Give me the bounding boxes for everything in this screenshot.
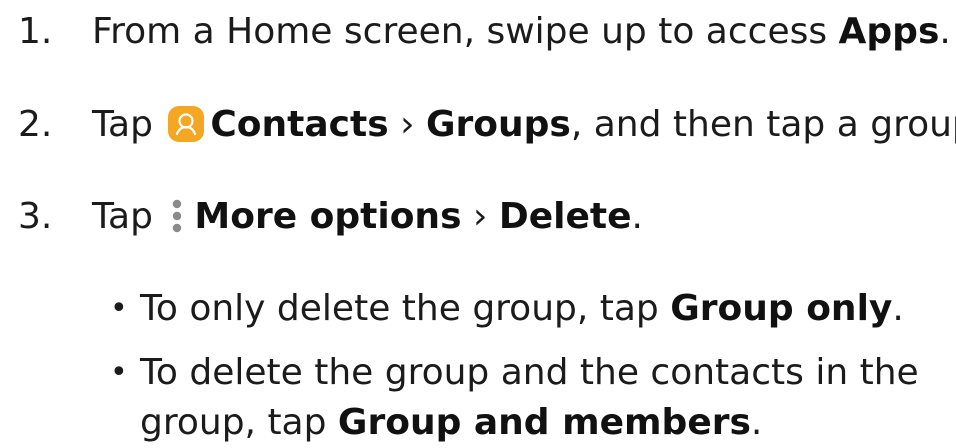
contacts-label: Contacts [210,104,389,145]
step-number: 2. [18,104,53,145]
step-text: Tap More options › Delete. [92,192,643,242]
group-only-label: Group only [670,288,893,329]
bullet-1-text-before: To only delete the group, tap [140,288,671,329]
bullet-2-text-after: . [750,402,763,443]
step-3-text-after: . [631,196,643,237]
tap-word: Tap [92,196,165,237]
delete-label: Delete [498,196,632,237]
step-1-text-before: From a Home screen, swipe up to access [92,11,839,52]
apps-label: Apps [838,11,940,52]
bullet-1-text-after: . [892,288,904,329]
bullet-dot: • [110,291,128,326]
group-and-members-label: Group and members [337,402,751,443]
contacts-app-icon [168,106,205,142]
bullet-item-1: • To only delete the group, tap Group on… [110,284,904,334]
bullet-2-line-2-before: group, tap [140,402,338,443]
step-number: 1. [18,11,53,52]
step-1-text-after: . [939,11,951,52]
tap-word: Tap [92,104,165,145]
more-options-icon [170,196,184,236]
separator-chevron: › [472,196,488,237]
step-number: 3. [18,196,53,237]
bullet-dot: • [110,355,128,390]
bullet-2-line-1: To delete the group and the contacts in … [140,352,919,393]
separator-chevron: › [400,104,415,145]
bullet-item-2: • To delete the group and the contacts i… [110,348,919,448]
step-text: Tap Contacts › Groups, and then tap a gr… [92,100,956,150]
groups-label: Groups [425,104,571,145]
more-options-label: More options [194,196,462,237]
step-text: From a Home screen, swipe up to access A… [92,7,951,57]
step-2-text-after: , and then tap a group. [570,104,956,145]
